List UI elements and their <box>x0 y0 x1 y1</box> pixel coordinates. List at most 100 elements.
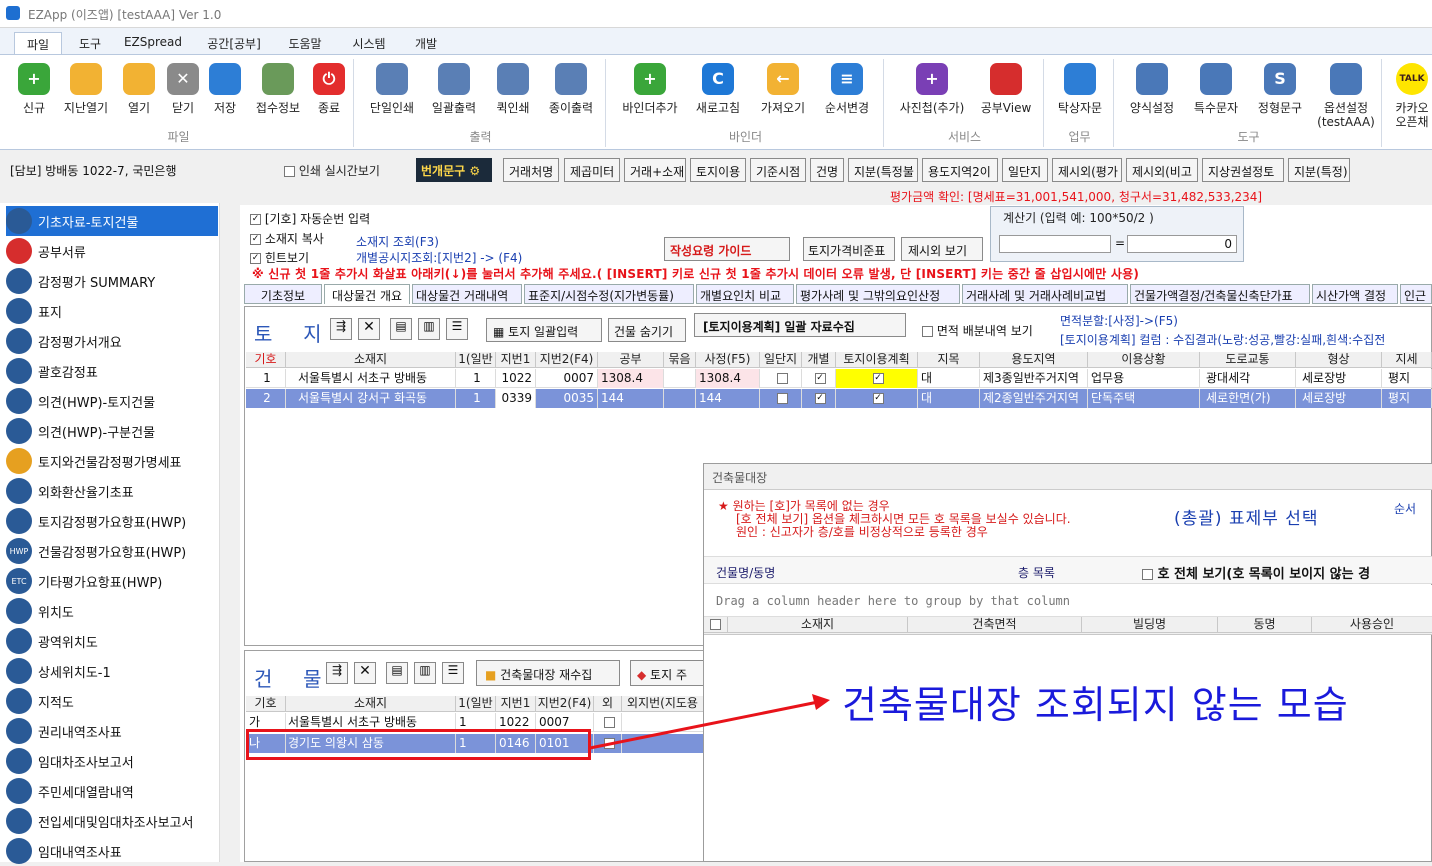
import-button[interactable]: ← 가져오기 <box>752 63 814 115</box>
area-split-link[interactable]: 면적분할:[사정]->(F5) <box>1060 312 1178 329</box>
sidebar-item-basic-data[interactable]: 기초자료-토지건물 <box>6 206 218 236</box>
copy-address-checkbox[interactable]: ✓ <box>250 234 261 245</box>
col-header-dong[interactable]: 동명 <box>1218 617 1312 633</box>
tab-tools[interactable]: 도구 <box>68 32 112 54</box>
toolbar-case-name[interactable]: 건명 <box>810 158 844 182</box>
kakao-openchat-button[interactable]: TALK 카카오 오픈채 <box>1388 63 1432 129</box>
sidebar-item-rights[interactable]: 권리내역조사표 <box>6 716 218 746</box>
col-header-one-parcel[interactable]: 일단지 <box>760 352 802 368</box>
subtab-target-overview[interactable]: 대상물건 개요 <box>324 284 410 304</box>
tab-dev[interactable]: 개발 <box>404 32 448 54</box>
col-header-general[interactable]: 1(일반 <box>456 696 496 712</box>
col-header-code[interactable]: 기호 <box>246 352 286 368</box>
area-alloc-checkbox[interactable] <box>922 326 933 337</box>
numbered-list-icon[interactable]: ☰ <box>446 318 468 340</box>
sidebar-item-other-items[interactable]: ETC 기타평가요항표(HWP) <box>6 566 218 596</box>
new-button[interactable]: + 신규 <box>8 63 60 115</box>
col-header-lot2[interactable]: 지번2(F4) <box>536 352 598 368</box>
land-price-lookup-link[interactable]: 개별공시지조회:[지번2] -> (F4) <box>356 249 522 266</box>
toolbar-extra-eval[interactable]: 제시외(평가 <box>1052 158 1122 182</box>
col-header-building-area[interactable]: 건축면적 <box>908 617 1082 633</box>
col-header-building-name[interactable]: 빌딩명 <box>1082 617 1218 633</box>
refresh-button[interactable]: C 새로고침 <box>686 63 750 115</box>
col-header-address[interactable]: 소재지 <box>728 617 908 633</box>
col-header-public[interactable]: 공부 <box>598 352 664 368</box>
sidebar-item-exchange-rate[interactable]: 외화환산율기초표 <box>6 476 218 506</box>
calculator-input[interactable] <box>999 235 1111 253</box>
sidebar-item-detail-map[interactable]: 상세위치도-1 <box>6 656 218 686</box>
sidebar-item-valuation-statement[interactable]: 토지와건물감정평가명세표 <box>6 446 218 476</box>
building-list-icon[interactable]: ☰ <box>442 662 464 684</box>
subtab-nearby[interactable]: 인근 <box>1400 284 1432 304</box>
subtab-cases[interactable]: 평가사례 및 그밖의요인산정 <box>796 284 960 304</box>
print-preview-toggle[interactable]: 인쇄 실시간보기 <box>284 162 380 179</box>
building-insert-row-icon[interactable]: ⇶ <box>326 662 348 684</box>
hint-option[interactable]: ✓ 힌트보기 <box>250 249 309 266</box>
col-header-usage[interactable]: 이용상황 <box>1088 352 1200 368</box>
toolbar-share-specific[interactable]: 지분(특정) <box>1288 158 1350 182</box>
building-copy-icon[interactable]: ▤ <box>386 662 408 684</box>
sidebar-item-location-map[interactable]: 위치도 <box>6 596 218 626</box>
tab-system[interactable]: 시스템 <box>340 32 398 54</box>
sidebar-item-opinion-land[interactable]: 의견(HWP)-토지건물 <box>6 386 218 416</box>
print-preview-checkbox[interactable] <box>284 166 295 177</box>
show-all-units-toggle[interactable]: 호 전체 보기(호 목록이 보이지 않는 경 <box>1142 563 1370 582</box>
toolbar-share-unspecified[interactable]: 지분(특정불 <box>848 158 918 182</box>
subtab-factor-compare[interactable]: 개별요인치 비교 <box>696 284 794 304</box>
reorder-button[interactable]: ≡ 순서변경 <box>814 63 880 115</box>
area-alloc-toggle[interactable]: 면적 배분내역 보기 <box>922 322 1033 339</box>
sidebar-item-public-docs[interactable]: 공부서류 <box>6 236 218 266</box>
land-use-plan-checkbox[interactable]: ✓ <box>872 373 884 384</box>
sidebar-item-overview[interactable]: 감정평가서개요 <box>6 326 218 356</box>
toolbar-base-date[interactable]: 기준시점 <box>750 158 806 182</box>
land-batch-input-button[interactable]: ▦ 토지 일괄입력 <box>486 318 602 342</box>
sidebar-scrollbar[interactable] <box>219 203 236 862</box>
sidebar-item-move-in-report[interactable]: 전입세대및임대차조사보고서 <box>6 806 218 836</box>
toolbar-land-use[interactable]: 토지이용 <box>690 158 746 182</box>
building-paste-icon[interactable]: ▥ <box>414 662 436 684</box>
col-header-assess[interactable]: 사정(F5) <box>696 352 760 368</box>
individual-checkbox[interactable]: ✓ <box>814 373 826 384</box>
select-all-checkbox[interactable] <box>710 619 721 630</box>
hint-checkbox[interactable]: ✓ <box>250 253 261 264</box>
photo-album-button[interactable]: + 사진첩(추가) <box>892 63 972 115</box>
receipt-info-button[interactable]: 접수정보 <box>248 63 308 115</box>
sidebar-item-building-items[interactable]: HWP 건물감정평가요항표(HWP) <box>6 536 218 566</box>
quick-print-button[interactable]: 퀵인쇄 <box>484 63 542 115</box>
individual-checkbox[interactable]: ✓ <box>814 393 826 404</box>
building-delete-row-icon[interactable]: ✕ <box>354 662 376 684</box>
col-header-land-use-plan[interactable]: 토지이용계획 <box>836 352 918 368</box>
paste-icon[interactable]: ▥ <box>418 318 440 340</box>
sidebar-item-wide-map[interactable]: 광역위치도 <box>6 626 218 656</box>
single-print-button[interactable]: 단일인쇄 <box>360 63 424 115</box>
land-use-plan-checkbox[interactable]: ✓ <box>872 393 884 404</box>
col-header-address[interactable]: 소재지 <box>286 352 456 368</box>
tab-file[interactable]: 파일 <box>14 32 62 54</box>
col-header-address[interactable]: 소재지 <box>286 696 456 712</box>
open-button[interactable]: 열기 <box>114 63 164 115</box>
toolbar-extra-note[interactable]: 제시외(비고 <box>1126 158 1198 182</box>
toolbar-surface-right[interactable]: 지상권설정토 <box>1202 158 1284 182</box>
subtab-trial-value[interactable]: 시산가액 결정 <box>1312 284 1398 304</box>
lightning-phrase-button[interactable]: 번개문구 ⚙ <box>416 158 492 182</box>
insert-row-icon[interactable]: ⇶ <box>330 318 352 340</box>
batch-print-button[interactable]: 일괄출력 <box>422 63 486 115</box>
col-header-general[interactable]: 1(일반 <box>456 352 496 368</box>
sidebar-item-lease-report[interactable]: 임대차조사보고서 <box>6 746 218 776</box>
col-header-lot1[interactable]: 지번1 <box>496 696 536 712</box>
exit-button[interactable]: ⏻ 종료 <box>306 63 352 115</box>
sidebar-item-bracket-table[interactable]: 괄호감정표 <box>6 356 218 386</box>
col-header-terrain[interactable]: 지세 <box>1382 352 1432 368</box>
col-header-lot1[interactable]: 지번1 <box>496 352 536 368</box>
land-use-batch-button[interactable]: [토지이용계획] 일괄 자료수집 <box>694 313 906 337</box>
desk-consult-button[interactable]: 탁상자문 <box>1048 63 1112 115</box>
tab-help[interactable]: 도움말 <box>280 32 330 54</box>
form-settings-button[interactable]: 양식설정 <box>1120 63 1184 115</box>
col-header-approval[interactable]: 사용승인 <box>1312 617 1432 633</box>
subtab-target-trades[interactable]: 대상물건 거래내역 <box>412 284 522 304</box>
toolbar-client-name[interactable]: 거래처명 <box>503 158 559 182</box>
one-parcel-checkbox[interactable] <box>776 373 788 384</box>
col-header-individual[interactable]: 개별 <box>802 352 836 368</box>
col-header-bundle[interactable]: 묶음 <box>664 352 696 368</box>
copy-icon[interactable]: ▤ <box>390 318 412 340</box>
